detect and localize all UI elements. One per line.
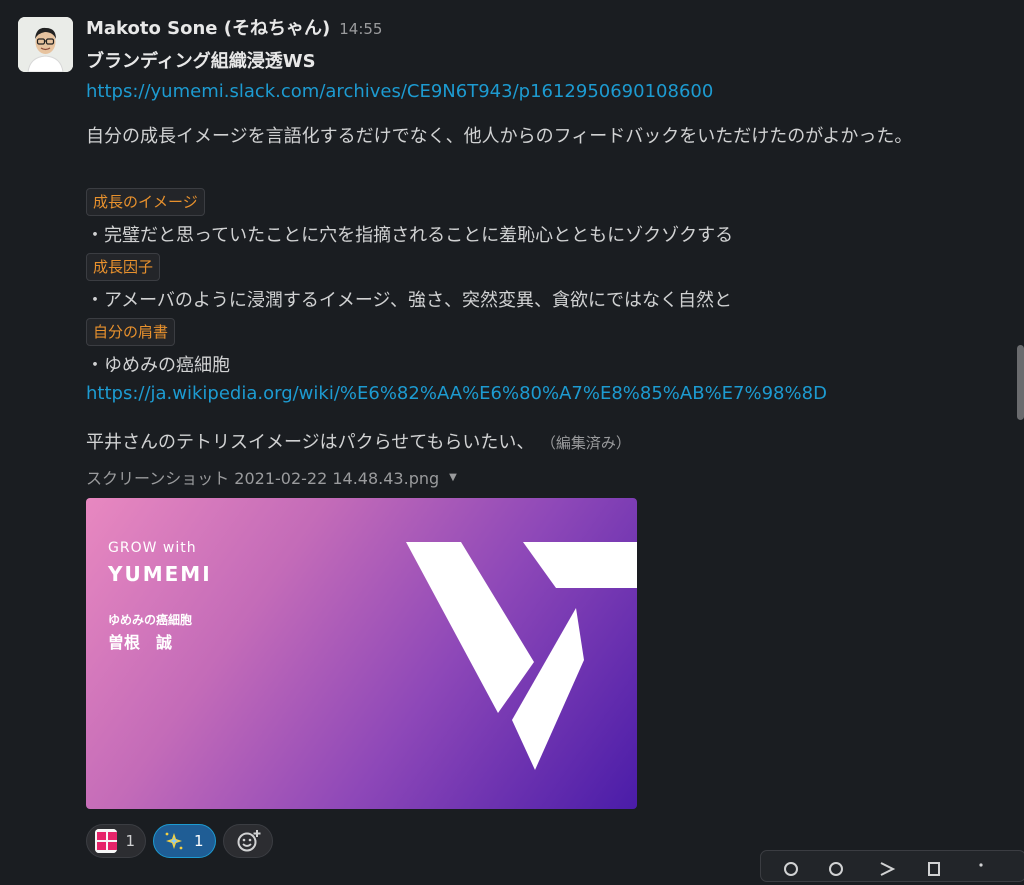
avatar-image: [18, 17, 73, 72]
add-reaction-icon: [237, 830, 261, 852]
reaction-sparkle[interactable]: 1: [153, 824, 216, 858]
yumemi-logo-icon: [406, 542, 637, 770]
tag-growth-image: 成長のイメージ: [86, 188, 205, 216]
toolbar-icons: [784, 862, 983, 876]
message-paragraph: 自分の成長イメージを言語化するだけでなく、他人からのフィードバックをいただけたの…: [86, 126, 913, 147]
bookmark-icon: [928, 862, 940, 876]
message-title: ブランディング組織浸透WS: [86, 51, 316, 72]
section-text: ・ゆめみの癌細胞: [86, 355, 230, 376]
message-actions-toolbar: [760, 850, 1024, 882]
wikipedia-link[interactable]: https://ja.wikipedia.org/wiki/%E6%82%AA%…: [86, 383, 827, 404]
section-text: ・完璧だと思っていたことに穴を指摘されることに羞恥心とともにゾクゾクする: [86, 225, 734, 246]
reaction-icon: [784, 862, 798, 876]
avatar[interactable]: [18, 17, 73, 72]
thread-icon: [829, 862, 843, 876]
message-header: Makoto Sone (そねちゃん) 14:55: [86, 14, 382, 44]
closing-line: 平井さんのテトリスイメージはパクらせてもらいたい、 （編集済み）: [86, 428, 631, 454]
more-icon: [979, 863, 983, 867]
sparkle-emoji-icon: [162, 829, 186, 853]
edited-label: （編集済み）: [548, 434, 631, 452]
choiine-emoji-icon: [95, 829, 118, 853]
chevron-down-icon[interactable]: ▼: [449, 472, 457, 483]
add-reaction-button[interactable]: [223, 824, 273, 858]
reaction-choiine[interactable]: 1: [86, 824, 146, 858]
message-timestamp[interactable]: 14:55: [339, 20, 382, 38]
attachment-filename[interactable]: スクリーンショット 2021-02-22 14.48.43.png ▼: [86, 465, 457, 489]
scrollbar-thumb[interactable]: [1017, 345, 1024, 420]
closing-text: 平井さんのテトリスイメージはパクらせてもらいたい、: [86, 432, 535, 453]
reaction-count: 1: [125, 832, 135, 850]
author-name[interactable]: Makoto Sone (そねちゃん): [86, 14, 330, 40]
message-link[interactable]: https://yumemi.slack.com/archives/CE9N6T…: [86, 81, 713, 102]
tag-title: 自分の肩書: [86, 318, 176, 346]
tag-growth-factor: 成長因子: [86, 253, 161, 281]
reaction-count: 1: [194, 832, 204, 850]
attachment-image[interactable]: GROW with YUMEMI ゆめみの癌細胞 曽根 誠: [86, 498, 637, 809]
filename-text: スクリーンショット 2021-02-22 14.48.43.png: [86, 469, 440, 488]
share-icon: [880, 862, 896, 876]
section-text: ・アメーバのように浸潤するイメージ、強さ、突然変異、貪欲にではなく自然と: [86, 290, 733, 311]
